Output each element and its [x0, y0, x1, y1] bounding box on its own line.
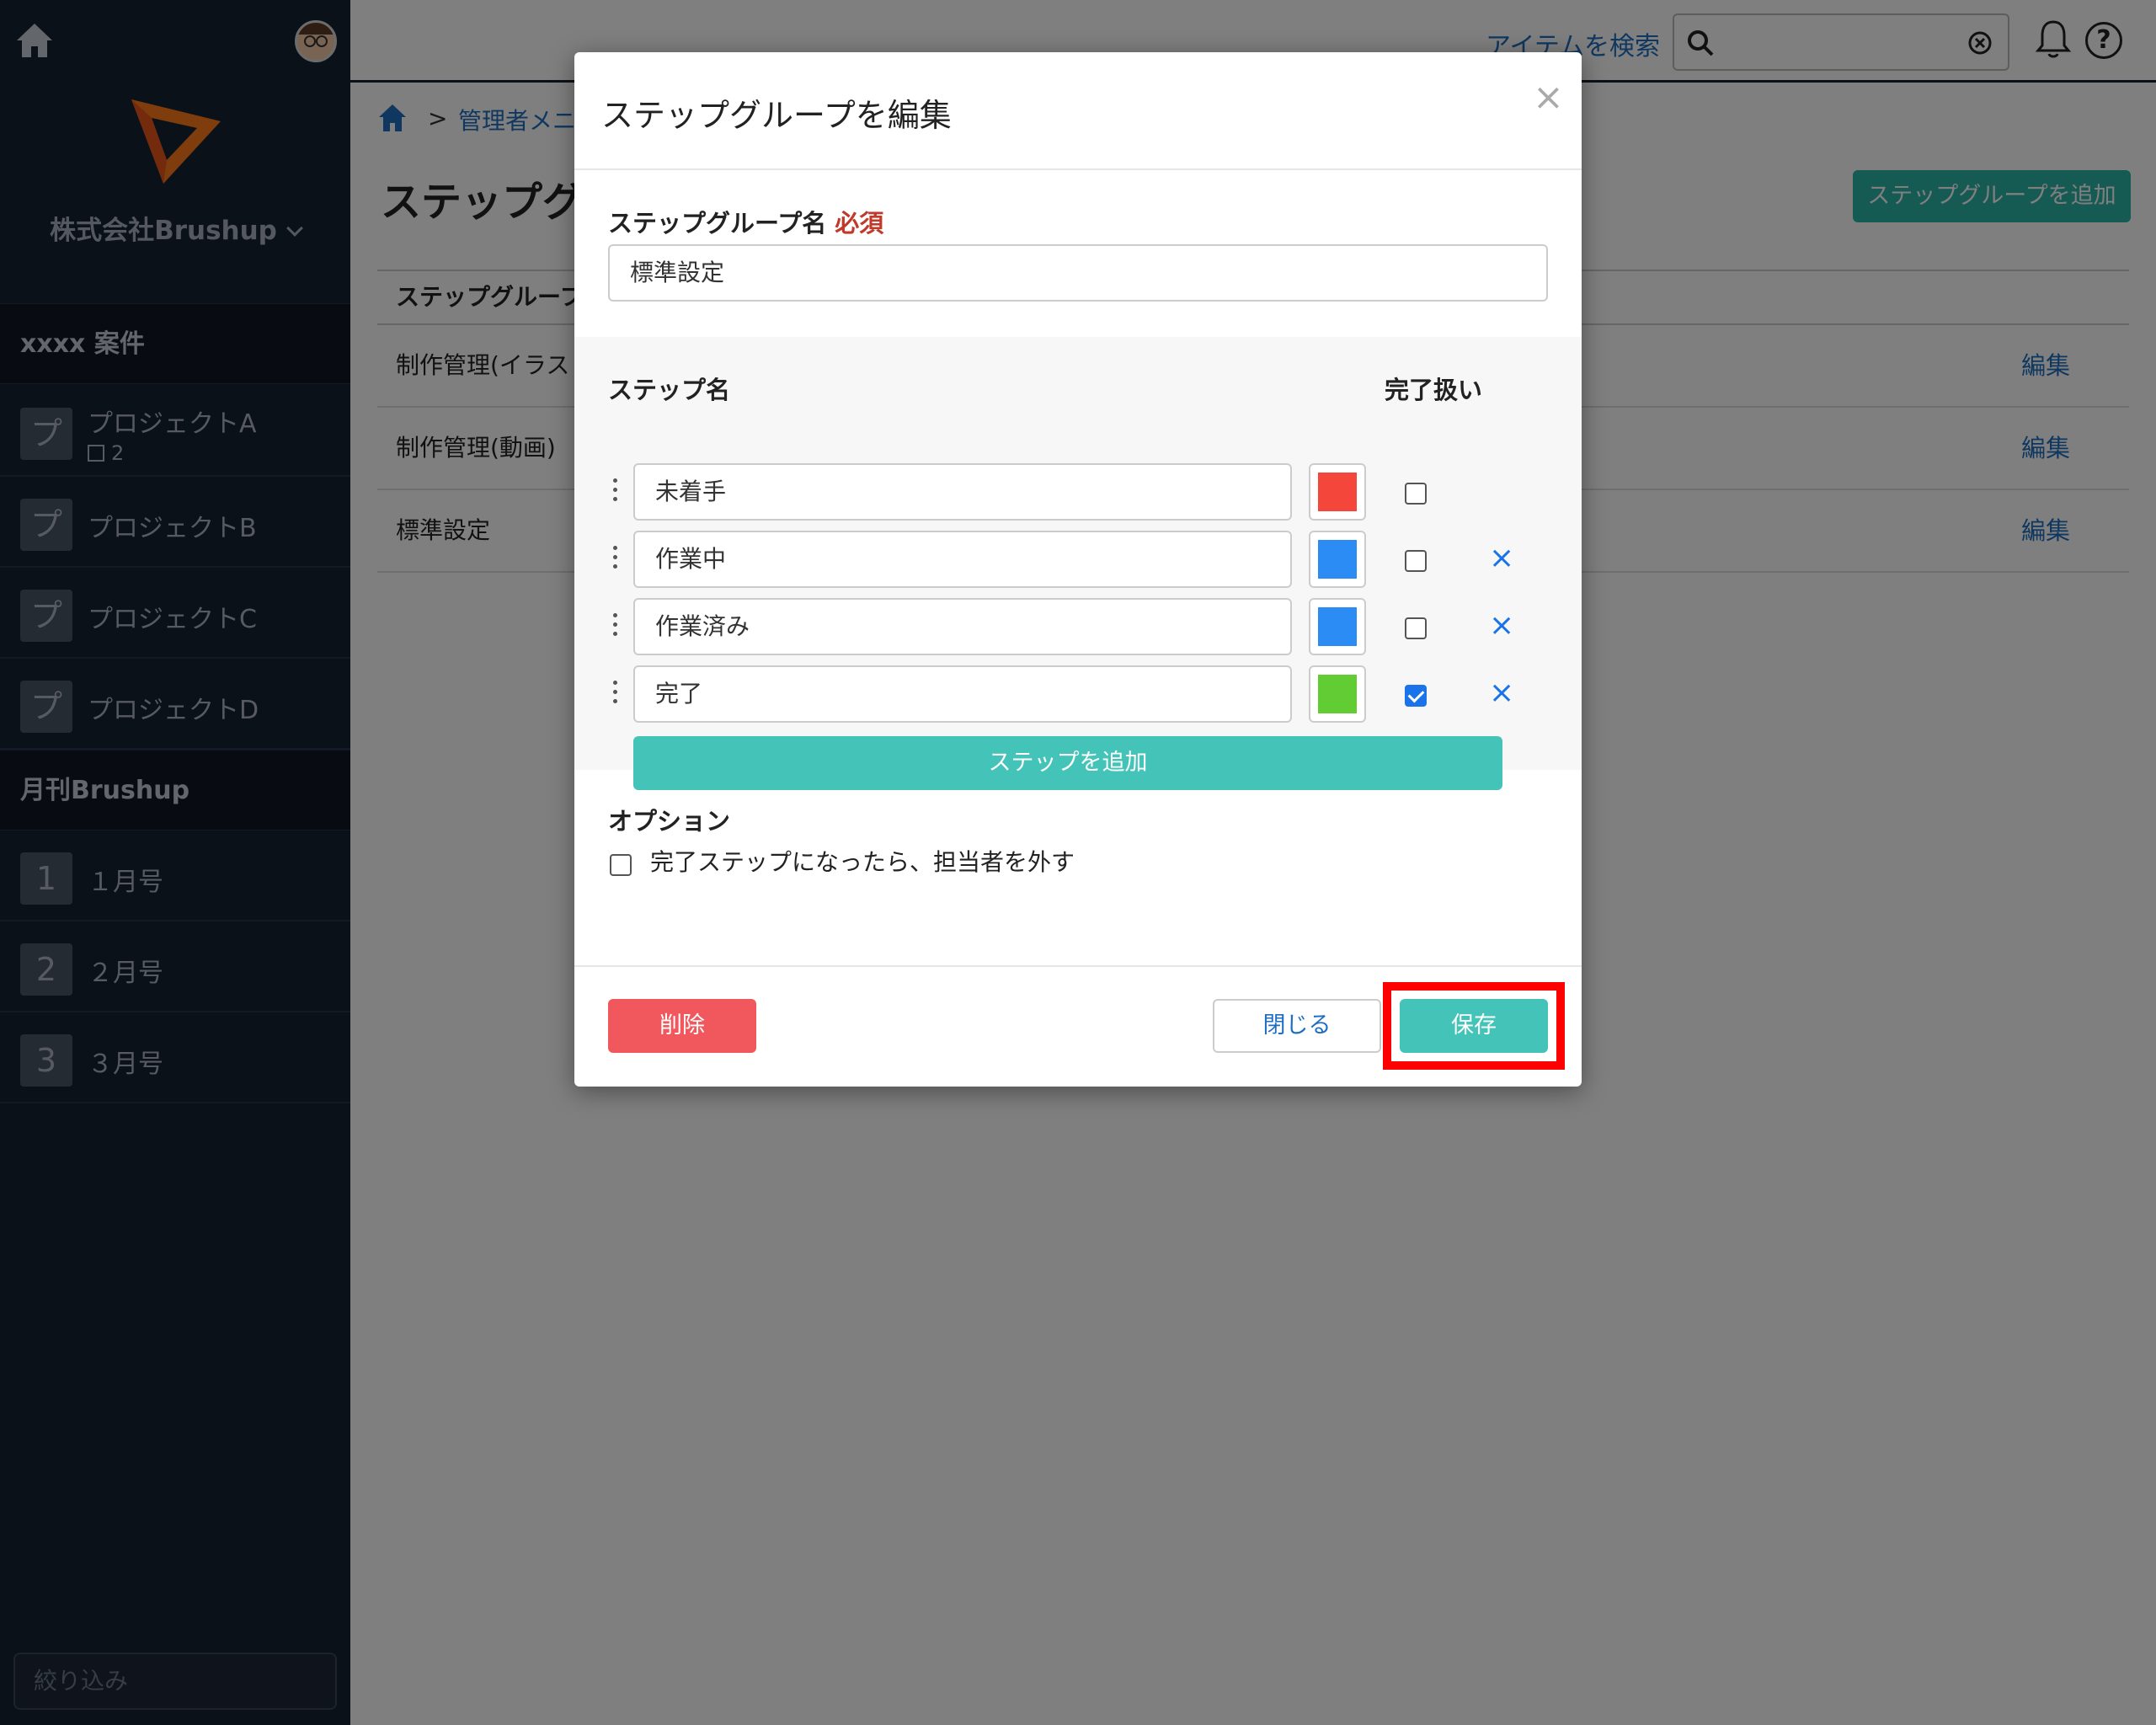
color-picker[interactable] — [1309, 531, 1366, 588]
close-icon[interactable]: × — [1533, 76, 1564, 119]
color-swatch — [1318, 675, 1357, 713]
done-label: 完了扱い — [1385, 376, 1483, 404]
required-badge: 必須 — [835, 209, 884, 238]
step-name-input[interactable]: 完了 — [633, 665, 1292, 723]
remove-step-icon[interactable]: × — [1489, 676, 1514, 710]
edit-step-group-modal: ステップグループを編集 × ステップグループ名 必須 標準設定 ステップ名 完了扱… — [574, 52, 1582, 1087]
divider — [574, 965, 1582, 967]
step-name-input[interactable]: 未着手 — [633, 463, 1292, 521]
step-row: 未着手 — [608, 463, 1551, 521]
step-row: 作業中 × — [608, 531, 1551, 588]
save-button-highlight — [1383, 982, 1565, 1070]
done-checkbox[interactable] — [1405, 550, 1427, 572]
done-checkbox[interactable] — [1405, 617, 1427, 639]
drag-handle-icon[interactable] — [613, 478, 618, 505]
unassign-on-complete-label[interactable]: 完了ステップになったら、担当者を外す — [650, 844, 1075, 878]
add-step-button[interactable]: ステップを追加 — [633, 736, 1502, 790]
step-row: 完了 × — [608, 665, 1551, 723]
done-checkbox[interactable] — [1405, 685, 1427, 707]
divider — [574, 168, 1582, 170]
close-button[interactable]: 閉じる — [1213, 999, 1381, 1053]
done-checkbox[interactable] — [1405, 483, 1427, 505]
drag-handle-icon[interactable] — [613, 546, 618, 573]
drag-handle-icon[interactable] — [613, 613, 618, 640]
options-label: オプション — [608, 807, 731, 836]
group-name-input[interactable]: 標準設定 — [608, 244, 1548, 302]
step-row: 作業済み × — [608, 598, 1551, 655]
delete-button[interactable]: 削除 — [608, 999, 756, 1053]
modal-title: ステップグループを編集 — [601, 97, 952, 134]
color-picker[interactable] — [1309, 665, 1366, 723]
color-picker[interactable] — [1309, 598, 1366, 655]
steps-section: ステップ名 完了扱い 未着手 作業中 × 作業済み × 完了 × ステップを追加 — [574, 337, 1582, 790]
step-name-label: ステップ名 — [608, 376, 731, 404]
group-name-label-text: ステップグループ名 — [608, 209, 827, 238]
color-swatch — [1318, 540, 1357, 579]
group-name-label: ステップグループ名 必須 — [608, 204, 883, 239]
step-name-input[interactable]: 作業中 — [633, 531, 1292, 588]
remove-step-icon[interactable]: × — [1489, 608, 1514, 643]
step-name-input[interactable]: 作業済み — [633, 598, 1292, 655]
color-picker[interactable] — [1309, 463, 1366, 521]
color-swatch — [1318, 607, 1357, 646]
drag-handle-icon[interactable] — [613, 681, 618, 708]
color-swatch — [1318, 473, 1357, 511]
remove-step-icon[interactable]: × — [1489, 541, 1514, 575]
unassign-on-complete-checkbox[interactable] — [610, 854, 632, 876]
